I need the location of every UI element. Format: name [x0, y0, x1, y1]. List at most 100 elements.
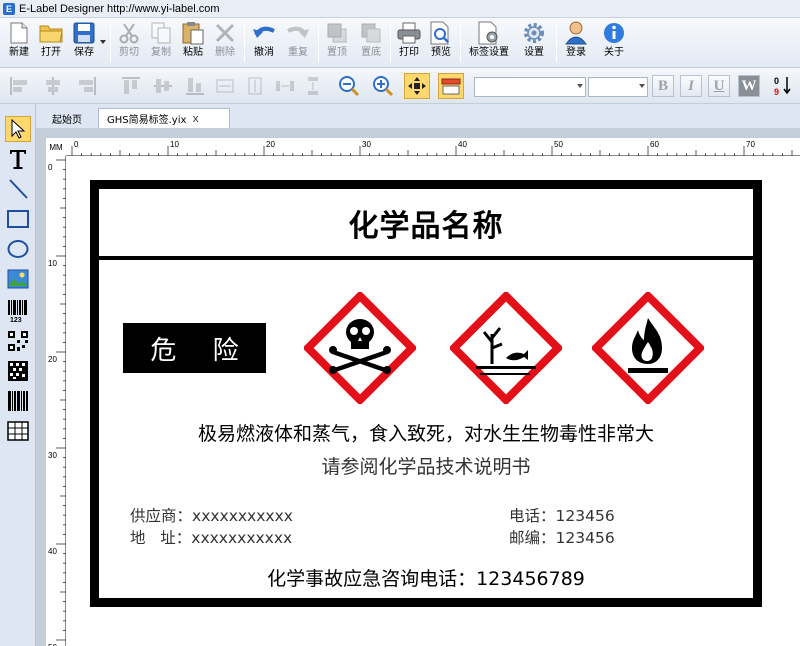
- barcode-icon: 123: [8, 300, 27, 323]
- italic-button[interactable]: I: [680, 75, 702, 97]
- bring-to-front-button[interactable]: 置顶: [324, 20, 350, 66]
- barcode-tool[interactable]: 123: [5, 298, 31, 324]
- label-settings-icon: [477, 20, 501, 46]
- align-top-icon[interactable]: [118, 73, 144, 99]
- bold-button[interactable]: B: [652, 75, 674, 97]
- copy-button[interactable]: 复制: [148, 20, 174, 66]
- horizontal-spacing-icon[interactable]: [272, 73, 298, 99]
- font-size-select[interactable]: [588, 77, 648, 97]
- top-ruler: 0 10 20 30 40 50 60 70: [66, 138, 800, 156]
- text-tool[interactable]: [5, 146, 31, 172]
- chemical-name-title[interactable]: 化学品名称: [349, 201, 504, 245]
- send-to-back-button[interactable]: 置底: [358, 20, 384, 66]
- ellipse-icon: [7, 240, 29, 258]
- line-tool[interactable]: [5, 176, 31, 202]
- save-button[interactable]: 保存: [70, 20, 98, 66]
- tab-start-page[interactable]: 起始页: [44, 108, 96, 128]
- postcode-value: 123456: [555, 529, 615, 547]
- settings-button[interactable]: 设置: [520, 20, 548, 66]
- ghs-label[interactable]: 化学品名称 危 险 极易燃液体和蒸气，食入致死，对水生生物毒性非常大 请参阅化学…: [90, 180, 762, 607]
- word-wrap-button[interactable]: W: [738, 75, 760, 97]
- ruler-label: 10: [170, 140, 179, 149]
- toolbar-separator: [460, 24, 461, 62]
- postcode-line[interactable]: 邮编：123456: [509, 526, 615, 548]
- phone-value: 123456: [555, 507, 615, 525]
- font-name-select[interactable]: [474, 77, 586, 97]
- close-tab-icon[interactable]: x: [192, 112, 199, 125]
- pdf417-icon: [8, 391, 28, 411]
- delete-button[interactable]: 删除: [212, 20, 238, 66]
- preview-button[interactable]: 预览: [428, 20, 454, 66]
- clipboard-icon: [181, 20, 205, 46]
- align-left-icon[interactable]: [6, 73, 32, 99]
- scissors-icon: [117, 20, 141, 46]
- actual-size-ruler-icon[interactable]: [438, 73, 464, 99]
- toolbar-separator: [390, 24, 391, 62]
- datamatrix-tool[interactable]: [5, 358, 31, 384]
- address-line[interactable]: 地 址：xxxxxxxxxxx: [130, 526, 292, 548]
- paste-button[interactable]: 粘贴: [180, 20, 206, 66]
- phone-line[interactable]: 电话：123456: [509, 504, 615, 526]
- delete-x-icon: [213, 20, 237, 46]
- toolbar-separator: [110, 24, 111, 62]
- toolbar-separator: [318, 24, 319, 62]
- design-canvas[interactable]: MM 0 10 20 30 40 50 60 70 0 10 20 30 40 50 化学品名称 危 险: [36, 128, 800, 646]
- chevron-down-icon: [639, 84, 645, 88]
- qrcode-tool[interactable]: [5, 328, 31, 354]
- select-pointer-tool[interactable]: [5, 116, 31, 142]
- ruler-label: 60: [650, 140, 659, 149]
- redo-button[interactable]: 重复: [284, 20, 312, 66]
- reference-statement[interactable]: 请参阅化学品技术说明书: [99, 452, 753, 479]
- fit-to-window-icon[interactable]: [404, 73, 430, 99]
- label-page[interactable]: 化学品名称 危 险 极易燃液体和蒸气，食入致死，对水生生物毒性非常大 请参阅化学…: [66, 156, 800, 646]
- image-icon: [7, 269, 29, 289]
- supplier-label: 供应商：: [130, 507, 193, 525]
- left-ruler: 01020304050: [46, 156, 66, 646]
- underline-button[interactable]: U: [708, 75, 730, 97]
- hazard-statement[interactable]: 极易燃液体和蒸气，食入致死，对水生生物毒性非常大: [99, 419, 753, 446]
- postcode-label: 邮编：: [509, 529, 556, 547]
- login-button[interactable]: 登录: [562, 20, 590, 66]
- align-right-icon[interactable]: [74, 73, 100, 99]
- printer-icon: [397, 20, 421, 46]
- toolbar-separator: [556, 24, 557, 62]
- pdf417-tool[interactable]: [5, 388, 31, 414]
- zoom-in-icon[interactable]: [370, 73, 396, 99]
- flame-icon[interactable]: [590, 290, 706, 406]
- emergency-phone[interactable]: 化学事故应急咨询电话：123456789: [99, 564, 753, 591]
- save-dropdown-arrow[interactable]: [100, 40, 106, 44]
- ruler-label: 20: [48, 355, 57, 364]
- align-center-icon[interactable]: [40, 73, 66, 99]
- environment-hazard-icon[interactable]: [448, 290, 564, 406]
- cut-button[interactable]: 剪切: [116, 20, 142, 66]
- skull-crossbones-icon[interactable]: [302, 290, 418, 406]
- vertical-spacing-icon[interactable]: [300, 73, 326, 99]
- image-tool[interactable]: [5, 266, 31, 292]
- about-button[interactable]: 关于: [600, 20, 628, 66]
- align-bottom-icon[interactable]: [182, 73, 208, 99]
- table-tool[interactable]: [5, 418, 31, 444]
- new-button[interactable]: 新建: [6, 20, 32, 66]
- zoom-out-icon[interactable]: [336, 73, 362, 99]
- folder-icon: [39, 20, 63, 46]
- open-button[interactable]: 打开: [38, 20, 64, 66]
- label-settings-button[interactable]: 标签设置: [466, 20, 512, 66]
- undo-button[interactable]: 撤消: [250, 20, 278, 66]
- rectangle-icon: [7, 210, 29, 228]
- sort-numeric-icon[interactable]: 09: [770, 73, 796, 99]
- label-header[interactable]: 化学品名称: [99, 189, 753, 260]
- same-height-icon[interactable]: [242, 73, 268, 99]
- supplier-line[interactable]: 供应商：xxxxxxxxxxx: [130, 504, 293, 526]
- print-button[interactable]: 打印: [396, 20, 422, 66]
- info-icon: [602, 20, 626, 46]
- chevron-down-icon: [577, 84, 583, 88]
- ellipse-tool[interactable]: [5, 236, 31, 262]
- tab-ghs-label[interactable]: GHS简易标签.yix x: [98, 108, 230, 128]
- line-icon: [9, 179, 28, 199]
- signal-word-box[interactable]: 危 险: [123, 323, 266, 373]
- rectangle-tool[interactable]: [5, 206, 31, 232]
- ruler-label: 50: [554, 140, 563, 149]
- align-middle-icon[interactable]: [150, 73, 176, 99]
- title-bar: E E-Label Designer http://www.yi-label.c…: [0, 0, 800, 18]
- same-width-icon[interactable]: [212, 73, 238, 99]
